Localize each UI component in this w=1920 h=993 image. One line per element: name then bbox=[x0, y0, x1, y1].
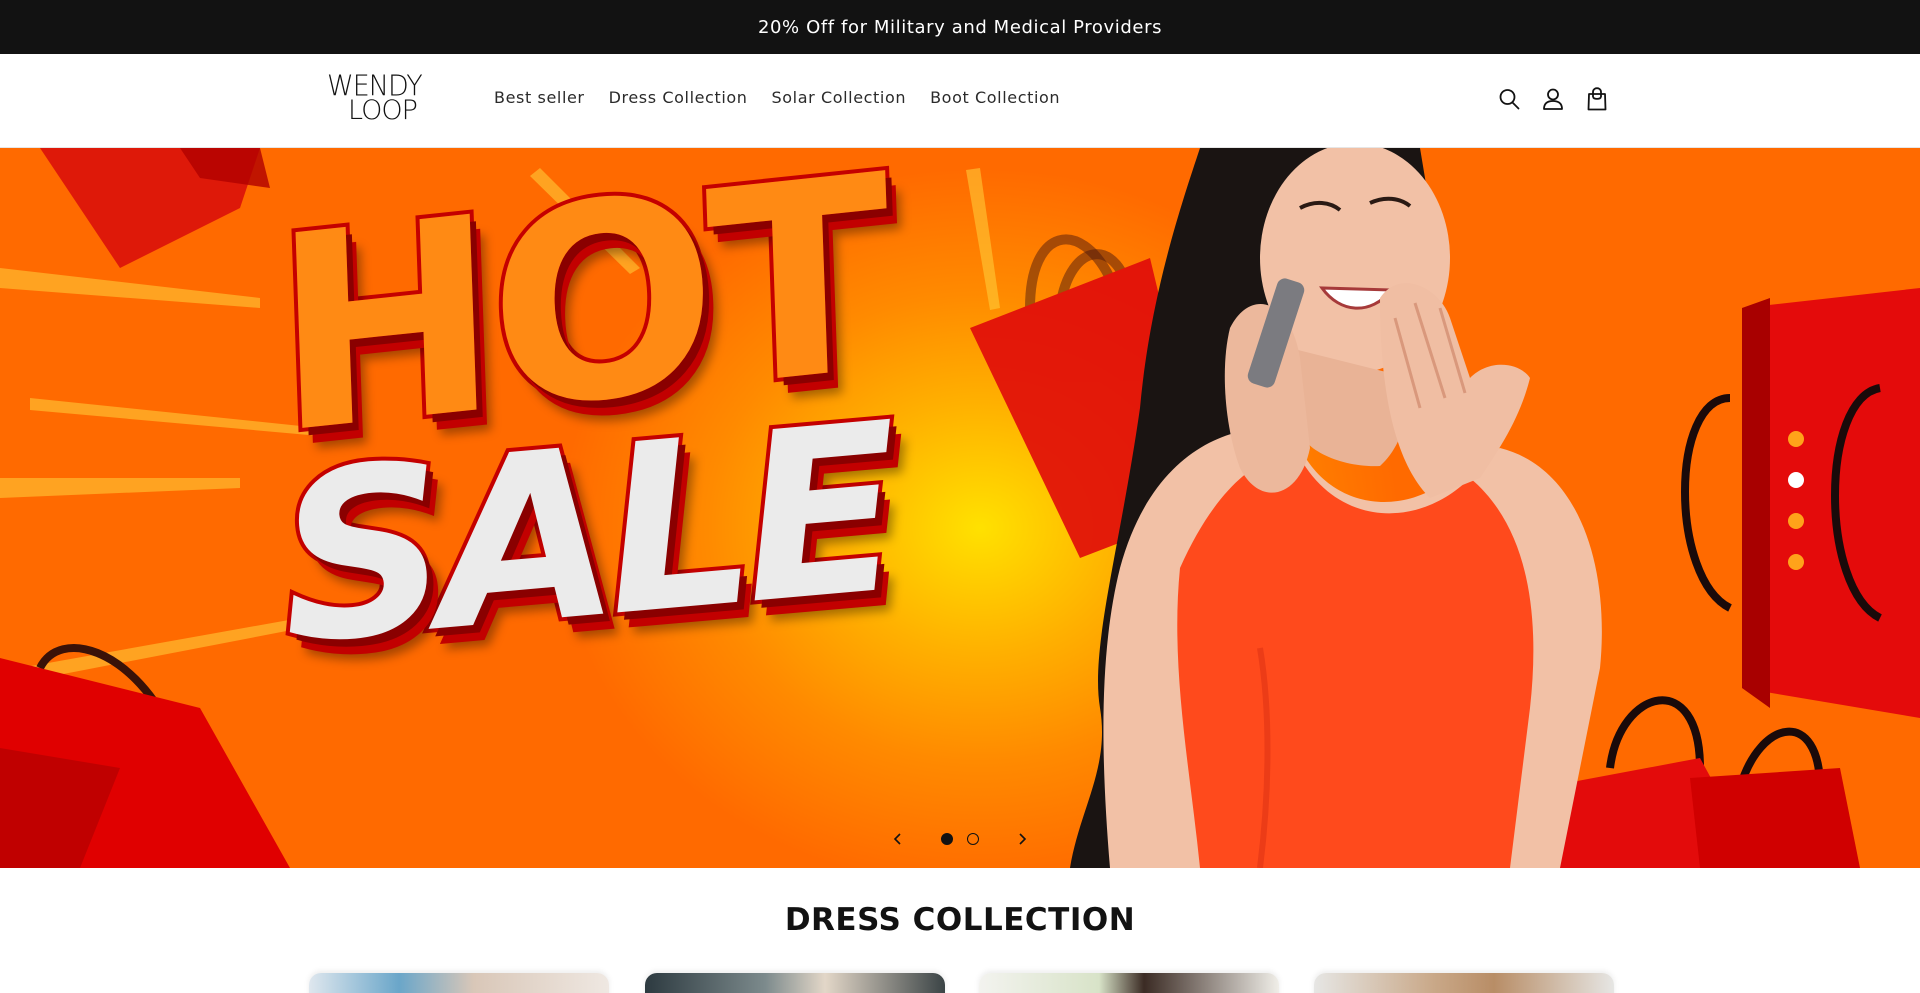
slide-dot-2[interactable] bbox=[967, 833, 979, 845]
collection-cards bbox=[309, 973, 1614, 993]
hero-sale-text: SALE bbox=[264, 370, 906, 700]
chevron-right-icon bbox=[1019, 833, 1027, 845]
account-icon[interactable] bbox=[1542, 87, 1564, 111]
collection-card[interactable] bbox=[979, 973, 1279, 993]
announcement-text: 20% Off for Military and Medical Provide… bbox=[757, 16, 1163, 38]
collection-card[interactable] bbox=[645, 973, 945, 993]
next-slide-button[interactable] bbox=[1004, 826, 1040, 852]
nav-item-best-seller[interactable]: Best seller bbox=[494, 88, 585, 107]
site-header: WENDY LOOP Best seller Dress Collection … bbox=[0, 54, 1920, 148]
slideshow-controls bbox=[880, 826, 1040, 852]
previous-slide-button[interactable] bbox=[880, 826, 916, 852]
slide-dot-1[interactable] bbox=[941, 833, 953, 845]
search-icon[interactable] bbox=[1498, 87, 1520, 111]
header-icons bbox=[1498, 87, 1608, 111]
main-nav: Best seller Dress Collection Solar Colle… bbox=[494, 88, 1084, 107]
decorative-dots bbox=[1788, 431, 1804, 595]
logo-line-2: LOOP bbox=[348, 95, 418, 126]
decorative-dot bbox=[1788, 554, 1804, 570]
cart-icon[interactable] bbox=[1586, 87, 1608, 111]
hero-slideshow: HOT SALE bbox=[0, 148, 1920, 868]
nav-item-dress-collection[interactable]: Dress Collection bbox=[609, 88, 748, 107]
decorative-dot bbox=[1788, 513, 1804, 529]
site-logo[interactable]: WENDY LOOP bbox=[326, 72, 438, 126]
decorative-dot bbox=[1788, 431, 1804, 447]
decorative-dot bbox=[1788, 472, 1804, 488]
nav-item-boot-collection[interactable]: Boot Collection bbox=[930, 88, 1060, 107]
section-title: DRESS COLLECTION bbox=[784, 902, 1136, 938]
collection-card[interactable] bbox=[309, 973, 609, 993]
collection-card[interactable] bbox=[1314, 973, 1614, 993]
announcement-bar: 20% Off for Military and Medical Provide… bbox=[0, 0, 1920, 54]
nav-item-solar-collection[interactable]: Solar Collection bbox=[772, 88, 907, 107]
chevron-left-icon bbox=[893, 833, 901, 845]
